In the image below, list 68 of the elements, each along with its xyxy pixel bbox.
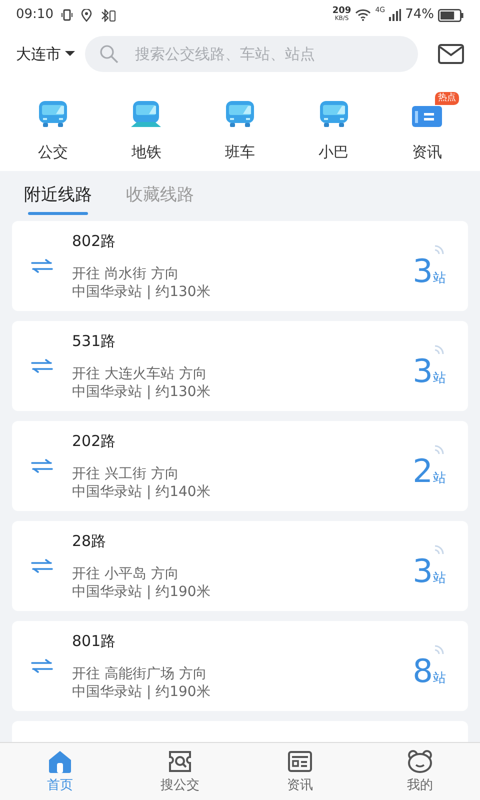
nav-tab[interactable]: 搜公交 [120, 743, 240, 800]
station-distance: 中国华录站 | 约190米 [72, 583, 212, 601]
swap-arrows-icon [30, 559, 54, 573]
realtime-signal-icon [434, 443, 446, 455]
location-icon [81, 8, 92, 22]
signal-icon [389, 9, 402, 21]
route-direction: 开往 尚水街 方向 [72, 265, 180, 283]
swap-arrows-icon [30, 459, 54, 473]
realtime-signal-icon [434, 343, 446, 355]
realtime-signal-icon [434, 543, 446, 555]
stop-unit: 站 [433, 471, 446, 486]
stop-count: 3 [412, 552, 433, 590]
news-icon [287, 749, 313, 775]
battery-icon [438, 8, 464, 22]
nav-tab[interactable]: 我的 [360, 743, 480, 800]
route-name: 802路 [72, 231, 117, 251]
route-direction: 开往 高能街广场 方向 [72, 665, 208, 683]
train-icon[interactable] [130, 100, 162, 128]
mail-icon[interactable] [438, 44, 464, 64]
home-icon [47, 749, 73, 775]
bus-icon[interactable] [38, 100, 68, 128]
bear-face-icon [407, 749, 433, 775]
battery-percent: 74% [405, 6, 434, 24]
route-direction: 开往 小平岛 方向 [72, 565, 180, 583]
nav-tab[interactable]: 资讯 [240, 743, 360, 800]
swap-arrows-icon [30, 259, 54, 273]
category-label[interactable]: 公交 [38, 140, 68, 163]
route-name: 28路 [72, 531, 108, 551]
route-direction: 开往 大连火车站 方向 [72, 365, 208, 383]
category-label[interactable]: 资讯 [412, 140, 442, 163]
route-name: 801路 [72, 631, 117, 651]
swap-arrows-icon [30, 659, 54, 673]
stop-unit: 站 [433, 671, 446, 686]
stop-count: 8 [412, 652, 433, 690]
search-icon [99, 44, 119, 64]
bus-icon[interactable] [318, 100, 349, 128]
stop-unit: 站 [433, 371, 446, 386]
category-label[interactable]: 班车 [224, 140, 255, 163]
wifi-icon [355, 9, 372, 21]
station-distance: 中国华录站 | 约140米 [72, 483, 212, 501]
realtime-signal-icon [434, 243, 446, 255]
bus-search-icon [167, 749, 193, 775]
city-selector[interactable]: 大连市 [16, 42, 75, 66]
tab[interactable]: 附近线路 [24, 171, 92, 221]
bluetooth-icon [100, 8, 116, 22]
category-label[interactable]: 地铁 [131, 140, 162, 163]
stop-count: 3 [412, 252, 433, 290]
bus-icon[interactable] [224, 100, 255, 128]
realtime-signal-icon [434, 643, 446, 655]
caret-icon [65, 51, 75, 57]
stop-unit: 站 [433, 271, 446, 286]
station-distance: 中国华录站 | 约130米 [72, 283, 212, 301]
vibrate-icon [61, 9, 74, 21]
search-field[interactable]: 搜索公交线路、车站、站点 [85, 36, 418, 72]
station-distance: 中国华录站 | 约190米 [72, 683, 212, 701]
route-direction: 开往 兴工街 方向 [72, 465, 180, 483]
stop-unit: 站 [433, 571, 446, 586]
category-label[interactable]: 小巴 [318, 140, 349, 163]
route-name: 202路 [72, 431, 117, 451]
stop-count: 3 [412, 352, 433, 390]
route-name: 531路 [72, 331, 117, 351]
status-time: 09:10 [16, 6, 54, 24]
swap-arrows-icon [30, 359, 54, 373]
stop-count: 2 [412, 452, 433, 490]
search-input[interactable]: 搜索公交线路、车站、站点 [133, 42, 404, 66]
station-distance: 中国华录站 | 约130米 [72, 383, 212, 401]
network-speed: 209 [332, 7, 352, 15]
hot-badge: 热点 [435, 92, 460, 105]
